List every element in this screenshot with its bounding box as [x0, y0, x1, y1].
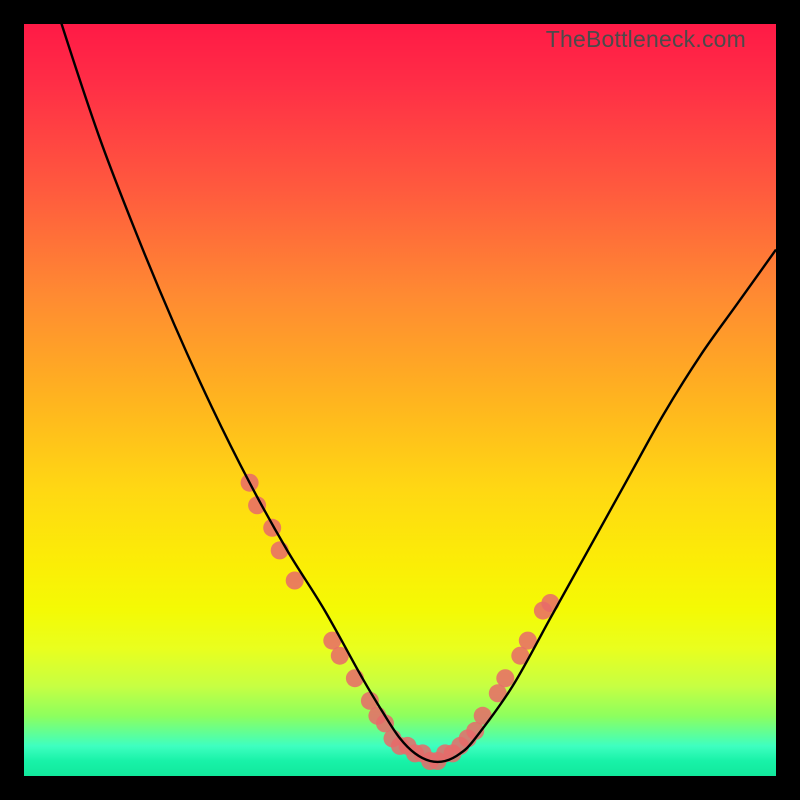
chart-frame: TheBottleneck.com — [24, 24, 776, 776]
marker-group — [241, 474, 560, 770]
chart-svg — [24, 24, 776, 776]
watermark-text: TheBottleneck.com — [546, 26, 746, 53]
bottleneck-curve-path — [24, 0, 776, 762]
highlight-dot — [496, 669, 514, 687]
highlight-dot — [541, 594, 559, 612]
